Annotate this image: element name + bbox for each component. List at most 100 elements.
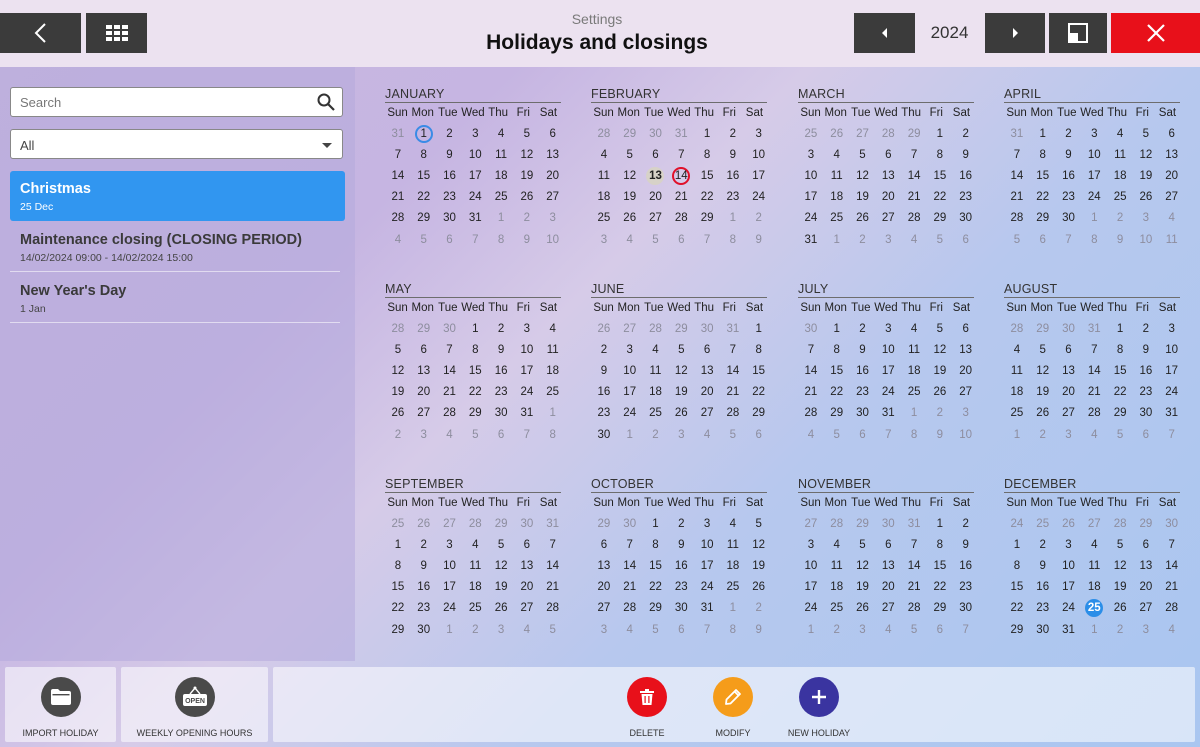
day-cell[interactable]: 23 [591, 403, 617, 424]
day-cell[interactable]: 29 [1107, 403, 1133, 424]
day-cell[interactable]: 2 [1030, 534, 1056, 555]
day-cell[interactable]: 21 [1004, 187, 1030, 208]
day-cell-adjacent[interactable]: 3 [1056, 424, 1082, 445]
day-cell[interactable]: 17 [798, 187, 824, 208]
day-cell[interactable]: 3 [1056, 534, 1082, 555]
day-cell-adjacent[interactable]: 4 [901, 229, 927, 250]
day-cell[interactable]: 26 [1030, 403, 1056, 424]
day-cell-adjacent[interactable]: 5 [643, 619, 669, 640]
holiday-list-item[interactable]: Maintenance closing (CLOSING PERIOD) 14/… [10, 222, 340, 272]
day-cell[interactable]: 1 [1107, 318, 1133, 339]
day-cell[interactable]: 29 [1030, 208, 1056, 229]
day-cell[interactable]: 9 [720, 144, 746, 165]
day-cell[interactable]: 17 [694, 555, 720, 576]
day-cell-adjacent[interactable]: 30 [643, 123, 669, 144]
day-cell[interactable]: 25 [1004, 403, 1030, 424]
day-cell[interactable]: 1 [824, 318, 850, 339]
day-cell[interactable]: 3 [798, 144, 824, 165]
day-cell[interactable]: 12 [927, 339, 953, 360]
day-cell-adjacent[interactable]: 6 [953, 229, 979, 250]
day-cell[interactable]: 27 [411, 403, 437, 424]
day-cell-adjacent[interactable]: 30 [437, 318, 463, 339]
day-cell-adjacent[interactable]: 1 [540, 403, 566, 424]
day-cell[interactable]: 3 [1159, 318, 1185, 339]
day-cell[interactable]: 20 [875, 577, 901, 598]
day-cell[interactable]: 20 [514, 577, 540, 598]
day-cell[interactable]: 22 [927, 187, 953, 208]
day-cell-adjacent[interactable]: 2 [850, 229, 876, 250]
day-cell-adjacent[interactable]: 28 [591, 123, 617, 144]
day-cell[interactable]: 17 [514, 360, 540, 381]
day-cell[interactable]: 10 [617, 360, 643, 381]
day-cell[interactable]: 11 [824, 165, 850, 186]
day-cell[interactable]: 9 [591, 360, 617, 381]
day-cell-adjacent[interactable]: 9 [746, 229, 772, 250]
day-cell[interactable]: 26 [850, 598, 876, 619]
day-cell[interactable]: 20 [953, 360, 979, 381]
day-cell-adjacent[interactable]: 5 [540, 619, 566, 640]
day-cell[interactable]: 16 [437, 165, 463, 186]
day-cell-adjacent[interactable]: 27 [850, 123, 876, 144]
day-cell[interactable]: 24 [617, 403, 643, 424]
day-cell[interactable]: 27 [540, 187, 566, 208]
day-cell[interactable]: 26 [514, 187, 540, 208]
day-cell[interactable]: 3 [875, 318, 901, 339]
day-cell[interactable]: 25 [720, 577, 746, 598]
day-cell[interactable]: 24 [1081, 187, 1107, 208]
day-cell[interactable]: 20 [875, 187, 901, 208]
day-cell[interactable]: 28 [1081, 403, 1107, 424]
day-cell[interactable]: 30 [1056, 208, 1082, 229]
next-year-button[interactable] [985, 13, 1045, 53]
day-cell[interactable]: 1 [385, 534, 411, 555]
day-cell[interactable]: 23 [720, 187, 746, 208]
day-cell-adjacent[interactable]: 27 [1081, 513, 1107, 534]
day-cell[interactable]: 3 [746, 123, 772, 144]
day-cell-marked[interactable]: 14 [668, 165, 694, 186]
day-cell[interactable]: 8 [1004, 555, 1030, 576]
day-cell[interactable]: 4 [720, 513, 746, 534]
day-cell-adjacent[interactable]: 3 [1133, 619, 1159, 640]
day-cell[interactable]: 15 [927, 165, 953, 186]
day-cell-adjacent[interactable]: 30 [798, 318, 824, 339]
day-cell[interactable]: 12 [746, 534, 772, 555]
day-cell[interactable]: 9 [953, 534, 979, 555]
day-cell[interactable]: 30 [953, 598, 979, 619]
day-cell[interactable]: 11 [1004, 360, 1030, 381]
day-cell[interactable]: 9 [668, 534, 694, 555]
day-cell[interactable]: 8 [643, 534, 669, 555]
day-cell[interactable]: 14 [1081, 360, 1107, 381]
day-cell[interactable]: 22 [694, 187, 720, 208]
day-cell-marked[interactable]: 25 [1081, 598, 1107, 619]
day-cell[interactable]: 23 [437, 187, 463, 208]
day-cell[interactable]: 24 [1159, 382, 1185, 403]
day-cell[interactable]: 12 [617, 165, 643, 186]
day-cell-adjacent[interactable]: 1 [1004, 424, 1030, 445]
day-cell[interactable]: 25 [591, 208, 617, 229]
day-cell[interactable]: 29 [385, 619, 411, 640]
day-cell-adjacent[interactable]: 2 [746, 208, 772, 229]
day-cell[interactable]: 5 [1107, 534, 1133, 555]
day-cell[interactable]: 9 [850, 339, 876, 360]
day-cell[interactable]: 13 [411, 360, 437, 381]
day-cell[interactable]: 5 [927, 318, 953, 339]
day-cell[interactable]: 4 [824, 144, 850, 165]
day-cell[interactable]: 4 [591, 144, 617, 165]
day-cell[interactable]: 14 [385, 165, 411, 186]
day-cell[interactable]: 21 [901, 187, 927, 208]
day-cell-marked[interactable]: 13 [643, 165, 669, 186]
day-cell[interactable]: 10 [694, 534, 720, 555]
day-cell-adjacent[interactable]: 27 [437, 513, 463, 534]
day-cell-adjacent[interactable]: 4 [514, 619, 540, 640]
day-cell[interactable]: 3 [798, 534, 824, 555]
day-cell[interactable]: 19 [850, 187, 876, 208]
day-cell[interactable]: 31 [694, 598, 720, 619]
day-cell[interactable]: 2 [437, 123, 463, 144]
day-cell[interactable]: 6 [591, 534, 617, 555]
day-cell[interactable]: 8 [927, 534, 953, 555]
day-cell[interactable]: 23 [411, 598, 437, 619]
import-holiday-button[interactable]: IMPORT HOLIDAY [5, 677, 116, 738]
day-cell[interactable]: 28 [1159, 598, 1185, 619]
day-cell[interactable]: 31 [514, 403, 540, 424]
day-cell-adjacent[interactable]: 2 [643, 424, 669, 445]
day-cell-adjacent[interactable]: 8 [720, 229, 746, 250]
